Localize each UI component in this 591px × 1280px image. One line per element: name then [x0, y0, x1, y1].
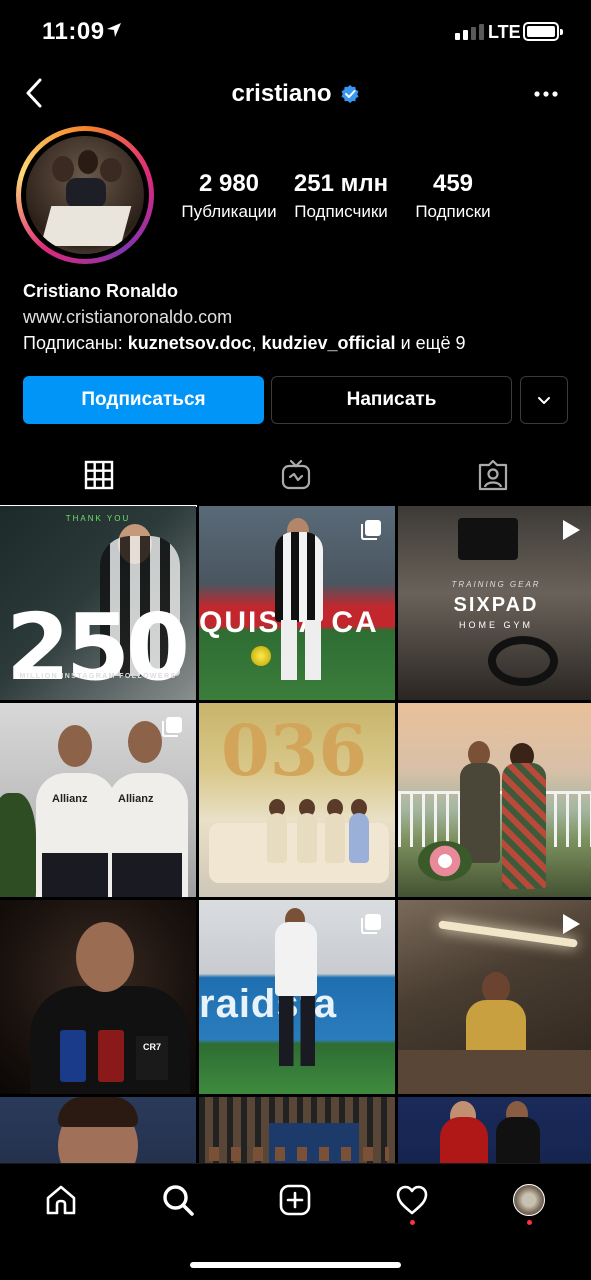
tab-igtv[interactable] [197, 446, 394, 504]
post-tile[interactable] [398, 1097, 591, 1164]
nav-new-post[interactable] [275, 1180, 315, 1220]
post-1-thank-text: THANK YOU [65, 514, 131, 523]
video-icon [563, 914, 580, 934]
message-button[interactable]: Написать [271, 376, 512, 424]
post-tile[interactable]: raidsta [199, 900, 395, 1094]
follow-button[interactable]: Подписаться [23, 376, 264, 424]
carousel-icon [162, 717, 182, 737]
story-ring[interactable] [16, 126, 154, 264]
heart-icon [396, 1185, 428, 1215]
post-4-sponsor-2: Allianz [118, 793, 154, 805]
followed-by-prefix: Подписаны: [23, 333, 123, 353]
igtv-icon [281, 459, 310, 490]
post-3-tagline: TRAINING GEAR [451, 580, 541, 589]
stat-followers-label: Подписчики [294, 202, 388, 221]
stat-following-value: 459 [432, 170, 474, 197]
profile-tabs [0, 446, 591, 507]
stat-posts[interactable]: 2 980 Публикации [170, 170, 288, 222]
post-tile[interactable]: QUISTA CA [199, 506, 395, 700]
post-4-sponsor-1: Allianz [52, 793, 88, 805]
home-icon [46, 1185, 76, 1215]
post-1-big-number: 250 [6, 594, 190, 700]
carousel-icon [361, 914, 381, 934]
post-3-subtitle: HOME GYM [458, 620, 533, 630]
add-post-icon [279, 1184, 311, 1216]
more-horizontal-icon[interactable] [529, 80, 563, 108]
signal-icon [455, 24, 484, 40]
post-tile[interactable]: THANK YOU 250 MILLION INSTAGRAM FOLLOWER… [0, 506, 196, 700]
nav-search[interactable] [158, 1180, 198, 1220]
profile-bio: Cristiano Ronaldo www.cristianoronaldo.c… [23, 278, 583, 356]
activity-notification-dot [410, 1220, 415, 1225]
nav-activity[interactable] [392, 1180, 432, 1220]
username-title: cristiano [231, 80, 332, 107]
post-tile[interactable] [0, 1097, 196, 1164]
post-tile[interactable] [398, 900, 591, 1094]
username-title-group: cristiano [0, 80, 591, 108]
video-icon [563, 520, 580, 540]
battery-icon [523, 22, 563, 41]
search-icon [163, 1185, 194, 1216]
stat-posts-label: Публикации [181, 202, 277, 221]
home-indicator[interactable] [190, 1262, 401, 1268]
post-1-subtitle: MILLION INSTAGRAM FOLLOWERS [19, 673, 177, 680]
website-link[interactable]: www.cristianoronaldo.com [23, 304, 583, 330]
post-tile[interactable] [199, 1097, 395, 1164]
carousel-icon [361, 520, 381, 540]
stat-following[interactable]: 459 Подписки [394, 170, 512, 222]
stat-followers[interactable]: 251 млн Подписчики [288, 170, 394, 222]
post-tile[interactable]: 036 [199, 703, 395, 897]
followed-by-suffix: и ещё 9 [400, 333, 466, 353]
profile-header: cristiano [0, 70, 591, 120]
status-time: 11:09 [42, 18, 105, 45]
post-tile[interactable]: CR7 [0, 900, 196, 1094]
post-tile[interactable]: Allianz Allianz [0, 703, 196, 897]
chevron-down-icon [538, 397, 550, 404]
profile-notification-dot [527, 1220, 532, 1225]
posts-grid: THANK YOU 250 MILLION INSTAGRAM FOLLOWER… [0, 506, 591, 1164]
post-3-brand: SIXPAD [453, 594, 539, 616]
verified-badge-icon [341, 85, 359, 103]
suggested-dropdown-button[interactable] [520, 376, 568, 424]
full-name: Cristiano Ronaldo [23, 281, 179, 301]
followed-by-user-2: kudziev_official [261, 333, 396, 353]
tab-tagged[interactable] [394, 446, 591, 504]
tab-posts-grid[interactable] [0, 446, 197, 507]
nav-profile[interactable] [509, 1180, 549, 1220]
grid-icon [84, 460, 113, 490]
followed-by-user-1: kuznetsov.doc [127, 333, 252, 353]
post-5-balloon-number: 036 [221, 709, 368, 792]
profile-avatar-icon [513, 1184, 545, 1216]
post-tile[interactable]: TRAINING GEAR SIXPAD HOME GYM [398, 506, 591, 700]
status-bar: 11:09 LTE [0, 0, 591, 62]
nav-home[interactable] [41, 1180, 81, 1220]
stat-following-label: Подписки [415, 202, 491, 221]
followed-by[interactable]: Подписаны: kuznetsov.doc, kudziev_offici… [23, 330, 583, 356]
network-type: LTE [488, 22, 521, 42]
avatar [26, 136, 144, 254]
stat-posts-value: 2 980 [198, 170, 260, 197]
location-arrow-icon [107, 23, 121, 37]
tagged-icon [478, 459, 507, 491]
stat-followers-value: 251 млн [293, 170, 389, 197]
followed-by-separator: , [251, 333, 257, 353]
post-7-bottle-label: CR7 [136, 1036, 168, 1080]
profile-stats: 2 980 Публикации 251 млн Подписчики 459 … [170, 170, 580, 222]
post-tile[interactable] [398, 703, 591, 897]
